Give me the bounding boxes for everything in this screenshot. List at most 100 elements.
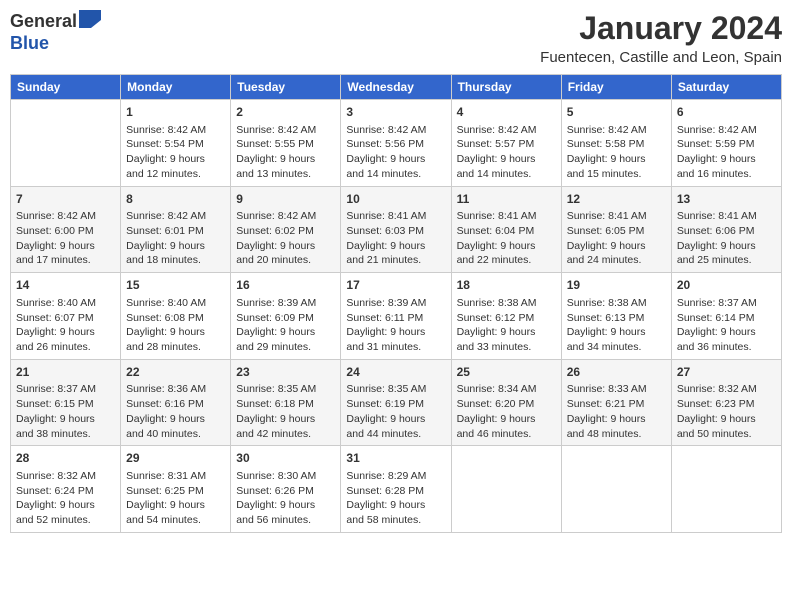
day-info-line: Sunrise: 8:40 AM (16, 296, 115, 311)
day-info-line: and 15 minutes. (567, 167, 666, 182)
calendar-cell: 19Sunrise: 8:38 AMSunset: 6:13 PMDayligh… (561, 273, 671, 360)
day-info-line: Sunset: 6:16 PM (126, 397, 225, 412)
day-number: 6 (677, 104, 776, 121)
day-info-line: Sunset: 5:54 PM (126, 137, 225, 152)
day-info-line: Daylight: 9 hours (567, 325, 666, 340)
day-info-line: Sunrise: 8:42 AM (567, 123, 666, 138)
day-info-line: Daylight: 9 hours (346, 152, 445, 167)
day-info-line: Sunrise: 8:38 AM (567, 296, 666, 311)
day-info-line: Daylight: 9 hours (236, 412, 335, 427)
location-title: Fuentecen, Castille and Leon, Spain (540, 49, 782, 66)
logo-flag-icon (79, 10, 101, 33)
day-info-line: Sunset: 6:03 PM (346, 224, 445, 239)
day-info-line: Sunset: 6:02 PM (236, 224, 335, 239)
logo: General Blue (10, 10, 101, 54)
day-info-line: and 16 minutes. (677, 167, 776, 182)
day-info-line: Sunset: 6:25 PM (126, 484, 225, 499)
day-info-line: Daylight: 9 hours (677, 412, 776, 427)
day-info-line: Sunrise: 8:41 AM (677, 209, 776, 224)
day-number: 30 (236, 450, 335, 467)
day-number: 19 (567, 277, 666, 294)
day-info-line: Daylight: 9 hours (126, 498, 225, 513)
day-info-line: Sunset: 6:07 PM (16, 311, 115, 326)
day-info-line: and 14 minutes. (457, 167, 556, 182)
calendar-cell (671, 446, 781, 533)
day-info-line: Sunrise: 8:31 AM (126, 469, 225, 484)
calendar-cell: 2Sunrise: 8:42 AMSunset: 5:55 PMDaylight… (231, 100, 341, 187)
calendar-cell (11, 100, 121, 187)
weekday-header-wednesday: Wednesday (341, 75, 451, 100)
day-number: 29 (126, 450, 225, 467)
day-info-line: Daylight: 9 hours (567, 152, 666, 167)
calendar-cell: 21Sunrise: 8:37 AMSunset: 6:15 PMDayligh… (11, 359, 121, 446)
day-info-line: and 14 minutes. (346, 167, 445, 182)
week-row-1: 1Sunrise: 8:42 AMSunset: 5:54 PMDaylight… (11, 100, 782, 187)
day-number: 2 (236, 104, 335, 121)
day-number: 21 (16, 364, 115, 381)
day-number: 22 (126, 364, 225, 381)
day-info-line: and 20 minutes. (236, 253, 335, 268)
day-info-line: Sunset: 6:18 PM (236, 397, 335, 412)
day-info-line: Daylight: 9 hours (126, 152, 225, 167)
day-info-line: Sunset: 6:01 PM (126, 224, 225, 239)
day-info-line: and 13 minutes. (236, 167, 335, 182)
calendar-cell: 16Sunrise: 8:39 AMSunset: 6:09 PMDayligh… (231, 273, 341, 360)
day-info-line: Sunrise: 8:35 AM (346, 382, 445, 397)
day-info-line: Daylight: 9 hours (346, 325, 445, 340)
day-number: 4 (457, 104, 556, 121)
day-number: 16 (236, 277, 335, 294)
day-number: 12 (567, 191, 666, 208)
day-info-line: Sunset: 6:14 PM (677, 311, 776, 326)
day-number: 23 (236, 364, 335, 381)
day-info-line: Sunrise: 8:38 AM (457, 296, 556, 311)
day-info-line: and 50 minutes. (677, 427, 776, 442)
day-info-line: and 48 minutes. (567, 427, 666, 442)
day-info-line: Sunset: 6:23 PM (677, 397, 776, 412)
calendar-cell: 10Sunrise: 8:41 AMSunset: 6:03 PMDayligh… (341, 186, 451, 273)
day-info-line: and 18 minutes. (126, 253, 225, 268)
calendar-cell (561, 446, 671, 533)
day-number: 10 (346, 191, 445, 208)
day-info-line: Sunrise: 8:42 AM (16, 209, 115, 224)
day-info-line: Sunset: 5:55 PM (236, 137, 335, 152)
calendar-cell (451, 446, 561, 533)
weekday-header-monday: Monday (121, 75, 231, 100)
day-number: 31 (346, 450, 445, 467)
day-info-line: Daylight: 9 hours (457, 412, 556, 427)
weekday-header-row: SundayMondayTuesdayWednesdayThursdayFrid… (11, 75, 782, 100)
day-info-line: and 52 minutes. (16, 513, 115, 528)
weekday-header-saturday: Saturday (671, 75, 781, 100)
day-info-line: Sunset: 6:24 PM (16, 484, 115, 499)
calendar-cell: 12Sunrise: 8:41 AMSunset: 6:05 PMDayligh… (561, 186, 671, 273)
day-info-line: and 25 minutes. (677, 253, 776, 268)
day-info-line: Sunrise: 8:32 AM (677, 382, 776, 397)
day-info-line: and 56 minutes. (236, 513, 335, 528)
day-number: 8 (126, 191, 225, 208)
week-row-5: 28Sunrise: 8:32 AMSunset: 6:24 PMDayligh… (11, 446, 782, 533)
calendar-cell: 15Sunrise: 8:40 AMSunset: 6:08 PMDayligh… (121, 273, 231, 360)
day-info-line: Daylight: 9 hours (236, 239, 335, 254)
day-info-line: and 54 minutes. (126, 513, 225, 528)
calendar-cell: 3Sunrise: 8:42 AMSunset: 5:56 PMDaylight… (341, 100, 451, 187)
day-info-line: Sunrise: 8:34 AM (457, 382, 556, 397)
day-number: 7 (16, 191, 115, 208)
calendar-cell: 26Sunrise: 8:33 AMSunset: 6:21 PMDayligh… (561, 359, 671, 446)
calendar-cell: 18Sunrise: 8:38 AMSunset: 6:12 PMDayligh… (451, 273, 561, 360)
day-info-line: Daylight: 9 hours (16, 325, 115, 340)
day-info-line: Sunrise: 8:41 AM (346, 209, 445, 224)
day-info-line: Sunset: 6:08 PM (126, 311, 225, 326)
day-info-line: Daylight: 9 hours (126, 239, 225, 254)
day-info-line: Sunrise: 8:32 AM (16, 469, 115, 484)
day-info-line: and 36 minutes. (677, 340, 776, 355)
day-info-line: Daylight: 9 hours (346, 239, 445, 254)
day-info-line: and 38 minutes. (16, 427, 115, 442)
page-header: General Blue January 2024 Fuentecen, Cas… (10, 10, 782, 66)
day-info-line: Sunrise: 8:40 AM (126, 296, 225, 311)
weekday-header-friday: Friday (561, 75, 671, 100)
day-info-line: Daylight: 9 hours (567, 239, 666, 254)
day-info-line: and 58 minutes. (346, 513, 445, 528)
calendar-cell: 11Sunrise: 8:41 AMSunset: 6:04 PMDayligh… (451, 186, 561, 273)
day-info-line: Daylight: 9 hours (457, 239, 556, 254)
calendar-cell: 28Sunrise: 8:32 AMSunset: 6:24 PMDayligh… (11, 446, 121, 533)
calendar-cell: 29 Sunrise: 8:31 AMSunset: 6:25 PMDayligh… (121, 446, 231, 533)
